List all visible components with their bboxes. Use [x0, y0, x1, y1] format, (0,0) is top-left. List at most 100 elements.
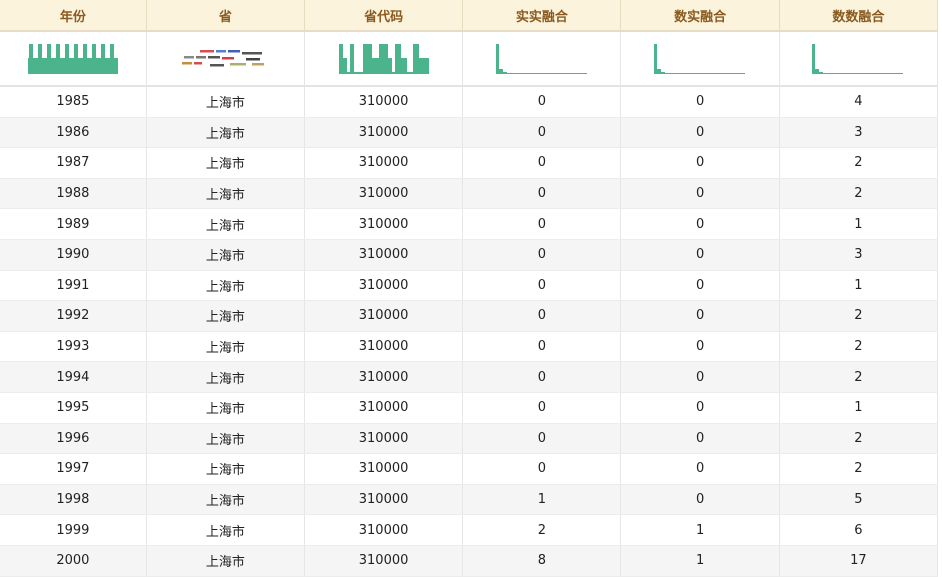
- histogram-bar: [815, 68, 820, 74]
- table-cell: 310000: [304, 208, 464, 240]
- wordcloud-word: [252, 62, 265, 65]
- table-cell: 0: [620, 423, 780, 455]
- table-cell: 上海市: [146, 300, 305, 332]
- table-cell: 上海市: [146, 361, 305, 393]
- table-cell: 0: [462, 423, 622, 455]
- table-cell: 1: [462, 484, 622, 516]
- table-cell: 1996: [0, 423, 147, 455]
- table-cell: 310000: [304, 361, 464, 393]
- histogram-bar: [338, 71, 429, 74]
- table-cell: 310000: [304, 270, 464, 302]
- table-cell: 5: [779, 484, 939, 516]
- table-cell: 310000: [304, 147, 464, 179]
- table-row: 1989 上海市 310000 0 0 1: [0, 208, 939, 240]
- table-cell: 1990: [0, 239, 147, 271]
- table-cell: 上海市: [146, 331, 305, 363]
- table-cell: 0: [620, 300, 780, 332]
- histogram-bar: [378, 43, 388, 74]
- table-cell: 310000: [304, 117, 464, 149]
- column-summary-row: [0, 31, 939, 87]
- table-cell: 1999: [0, 514, 147, 546]
- table-cell: 0: [462, 331, 622, 363]
- table-cell: 0: [620, 453, 780, 485]
- table-cell: 1985: [0, 86, 147, 118]
- table-cell: 0: [620, 86, 780, 118]
- table-row: 1995 上海市 310000 0 0 1: [0, 392, 939, 424]
- table-cell: 1988: [0, 178, 147, 210]
- wordcloud-word: [196, 55, 207, 58]
- table-cell: 0: [462, 453, 622, 485]
- table-cell: 0: [462, 178, 622, 210]
- table-cell: 2: [779, 453, 939, 485]
- histogram-bar: [418, 57, 429, 74]
- table-cell: 0: [462, 208, 622, 240]
- wordcloud-word: [230, 62, 247, 65]
- table-cell: 2: [779, 178, 939, 210]
- histogram-bar: [338, 43, 343, 74]
- column-header[interactable]: 省代码: [304, 0, 464, 32]
- header-row: 年份省省代码 实实融合 数实融合 数数融合: [0, 0, 939, 32]
- table-cell: 1: [779, 208, 939, 240]
- table-cell: 310000: [304, 331, 464, 363]
- table-cell: 0: [462, 392, 622, 424]
- table-cell: 0: [620, 361, 780, 393]
- table-cell: 上海市: [146, 86, 305, 118]
- histogram-bar: [387, 57, 392, 74]
- table-cell: 310000: [304, 86, 464, 118]
- table-cell: 0: [620, 331, 780, 363]
- histogram-bar: [495, 43, 499, 74]
- table-cell: 3: [779, 117, 939, 149]
- column-header[interactable]: 实实融合: [462, 0, 622, 32]
- shushi-histogram: [620, 31, 780, 87]
- histogram-bar: [82, 43, 87, 58]
- histogram-bar: [37, 43, 42, 58]
- table-cell: 2: [779, 423, 939, 455]
- histogram-bar: [46, 43, 51, 58]
- table-cell: 1: [620, 514, 780, 546]
- column-header[interactable]: 年份: [0, 0, 147, 32]
- table-row: 1992 上海市 310000 0 0 2: [0, 300, 939, 332]
- table-row: 1997 上海市 310000 0 0 2: [0, 453, 939, 485]
- table-cell: 310000: [304, 178, 464, 210]
- histogram-bar: [91, 43, 96, 58]
- histogram-bar: [823, 72, 904, 74]
- table-cell: 上海市: [146, 147, 305, 179]
- histogram-bar: [342, 57, 347, 74]
- table-cell: 2: [462, 514, 622, 546]
- histogram-bar: [64, 43, 69, 58]
- table-cell: 上海市: [146, 117, 305, 149]
- column-header[interactable]: 省: [146, 0, 305, 32]
- table-cell: 0: [462, 86, 622, 118]
- column-header[interactable]: 数数融合: [779, 0, 939, 32]
- histogram-bar: [498, 68, 503, 74]
- table-cell: 310000: [304, 545, 464, 577]
- code-histogram: [304, 31, 464, 87]
- table-cell: 上海市: [146, 453, 305, 485]
- table-cell: 1997: [0, 453, 147, 485]
- histogram-bar: [412, 43, 419, 74]
- table-cell: 310000: [304, 239, 464, 271]
- table-cell: 1994: [0, 361, 147, 393]
- wordcloud-word: [216, 49, 227, 52]
- table-row: 1985 上海市 310000 0 0 4: [0, 86, 939, 118]
- column-header[interactable]: 数实融合: [620, 0, 780, 32]
- table-cell: 0: [462, 300, 622, 332]
- table-cell: 17: [779, 545, 939, 577]
- table-cell: 1989: [0, 208, 147, 240]
- table-cell: 上海市: [146, 545, 305, 577]
- table-cell: 310000: [304, 423, 464, 455]
- wordcloud-word: [246, 57, 261, 60]
- table-cell: 2: [779, 361, 939, 393]
- table-cell: 0: [462, 239, 622, 271]
- histogram-bar: [27, 57, 118, 74]
- table-cell: 310000: [304, 300, 464, 332]
- table-cell: 1991: [0, 270, 147, 302]
- table-cell: 310000: [304, 392, 464, 424]
- histogram-bar: [28, 43, 33, 58]
- table-cell: 3: [779, 239, 939, 271]
- table-row: 1990 上海市 310000 0 0 3: [0, 239, 939, 271]
- wordcloud-word: [210, 63, 225, 66]
- table-cell: 2: [779, 300, 939, 332]
- histogram-bar: [657, 68, 662, 74]
- table-cell: 0: [462, 117, 622, 149]
